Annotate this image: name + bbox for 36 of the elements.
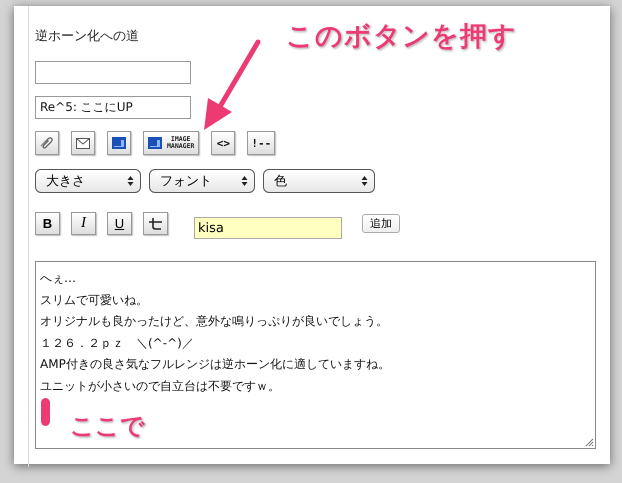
updown-arrows-icon bbox=[361, 175, 368, 187]
text-field[interactable]: Re^5: ここにUP bbox=[35, 96, 191, 119]
bold-button[interactable]: B bbox=[35, 212, 60, 234]
message-line: スリムで可愛いね。 bbox=[40, 292, 149, 308]
cursor-marker bbox=[41, 398, 50, 426]
italic-button[interactable]: I bbox=[71, 212, 96, 234]
tag-button[interactable]: <> bbox=[211, 131, 236, 155]
message-line: １２６．２ｐｚ ＼(^-^)／ bbox=[40, 334, 195, 352]
paperclip-icon bbox=[40, 136, 54, 150]
callout-text: このボタンを押す bbox=[286, 20, 517, 54]
thread-title: 逆ホーン化への道 bbox=[35, 28, 139, 45]
resize-grip-icon bbox=[585, 438, 594, 447]
dropdown[interactable]: 大きさ bbox=[35, 169, 141, 193]
message-textarea[interactable]: へぇ… スリムで可愛いね。 オリジナルも良かったけど、意外な鳴りっぷりが良いでしょう。 １２６．２ｐｚ ＼(^-^)／ AMP付きの良さ気なフルレンジは逆ホーン化に適していますね。 ユニットが小さいので自立台は不要ですｗ。 ここで bbox=[35, 261, 596, 449]
image-icon bbox=[112, 137, 126, 149]
strikethrough-icon bbox=[149, 216, 162, 230]
strikethrough-button[interactable] bbox=[143, 212, 168, 234]
mail-button[interactable] bbox=[71, 131, 95, 155]
annotation-text: ここで bbox=[70, 411, 145, 442]
name-field[interactable]: kisa bbox=[194, 217, 342, 239]
tag-button[interactable]: !-- bbox=[247, 131, 276, 155]
dropdown[interactable]: フォント bbox=[149, 169, 255, 193]
paperclip-button[interactable] bbox=[35, 131, 59, 155]
image-button[interactable] bbox=[107, 131, 131, 155]
message-line: へぇ… bbox=[40, 270, 77, 287]
envelope-icon bbox=[76, 138, 90, 148]
message-line: AMP付きの良さ気なフルレンジは逆ホーン化に適していますね。 bbox=[40, 356, 391, 373]
dropdown[interactable]: 色 bbox=[263, 169, 375, 193]
updown-arrows-icon bbox=[127, 175, 134, 187]
underline-button[interactable]: U bbox=[107, 212, 132, 234]
add-button[interactable]: 追加 bbox=[362, 214, 400, 232]
updown-arrows-icon bbox=[241, 175, 248, 187]
text-field[interactable] bbox=[35, 61, 191, 84]
message-line: オリジナルも良かったけど、意外な鳴りっぷりが良いでしょう。 bbox=[40, 313, 389, 330]
message-line: ユニットが小さいので自立台は不要ですｗ。 bbox=[40, 378, 281, 394]
image-icon bbox=[148, 137, 162, 149]
